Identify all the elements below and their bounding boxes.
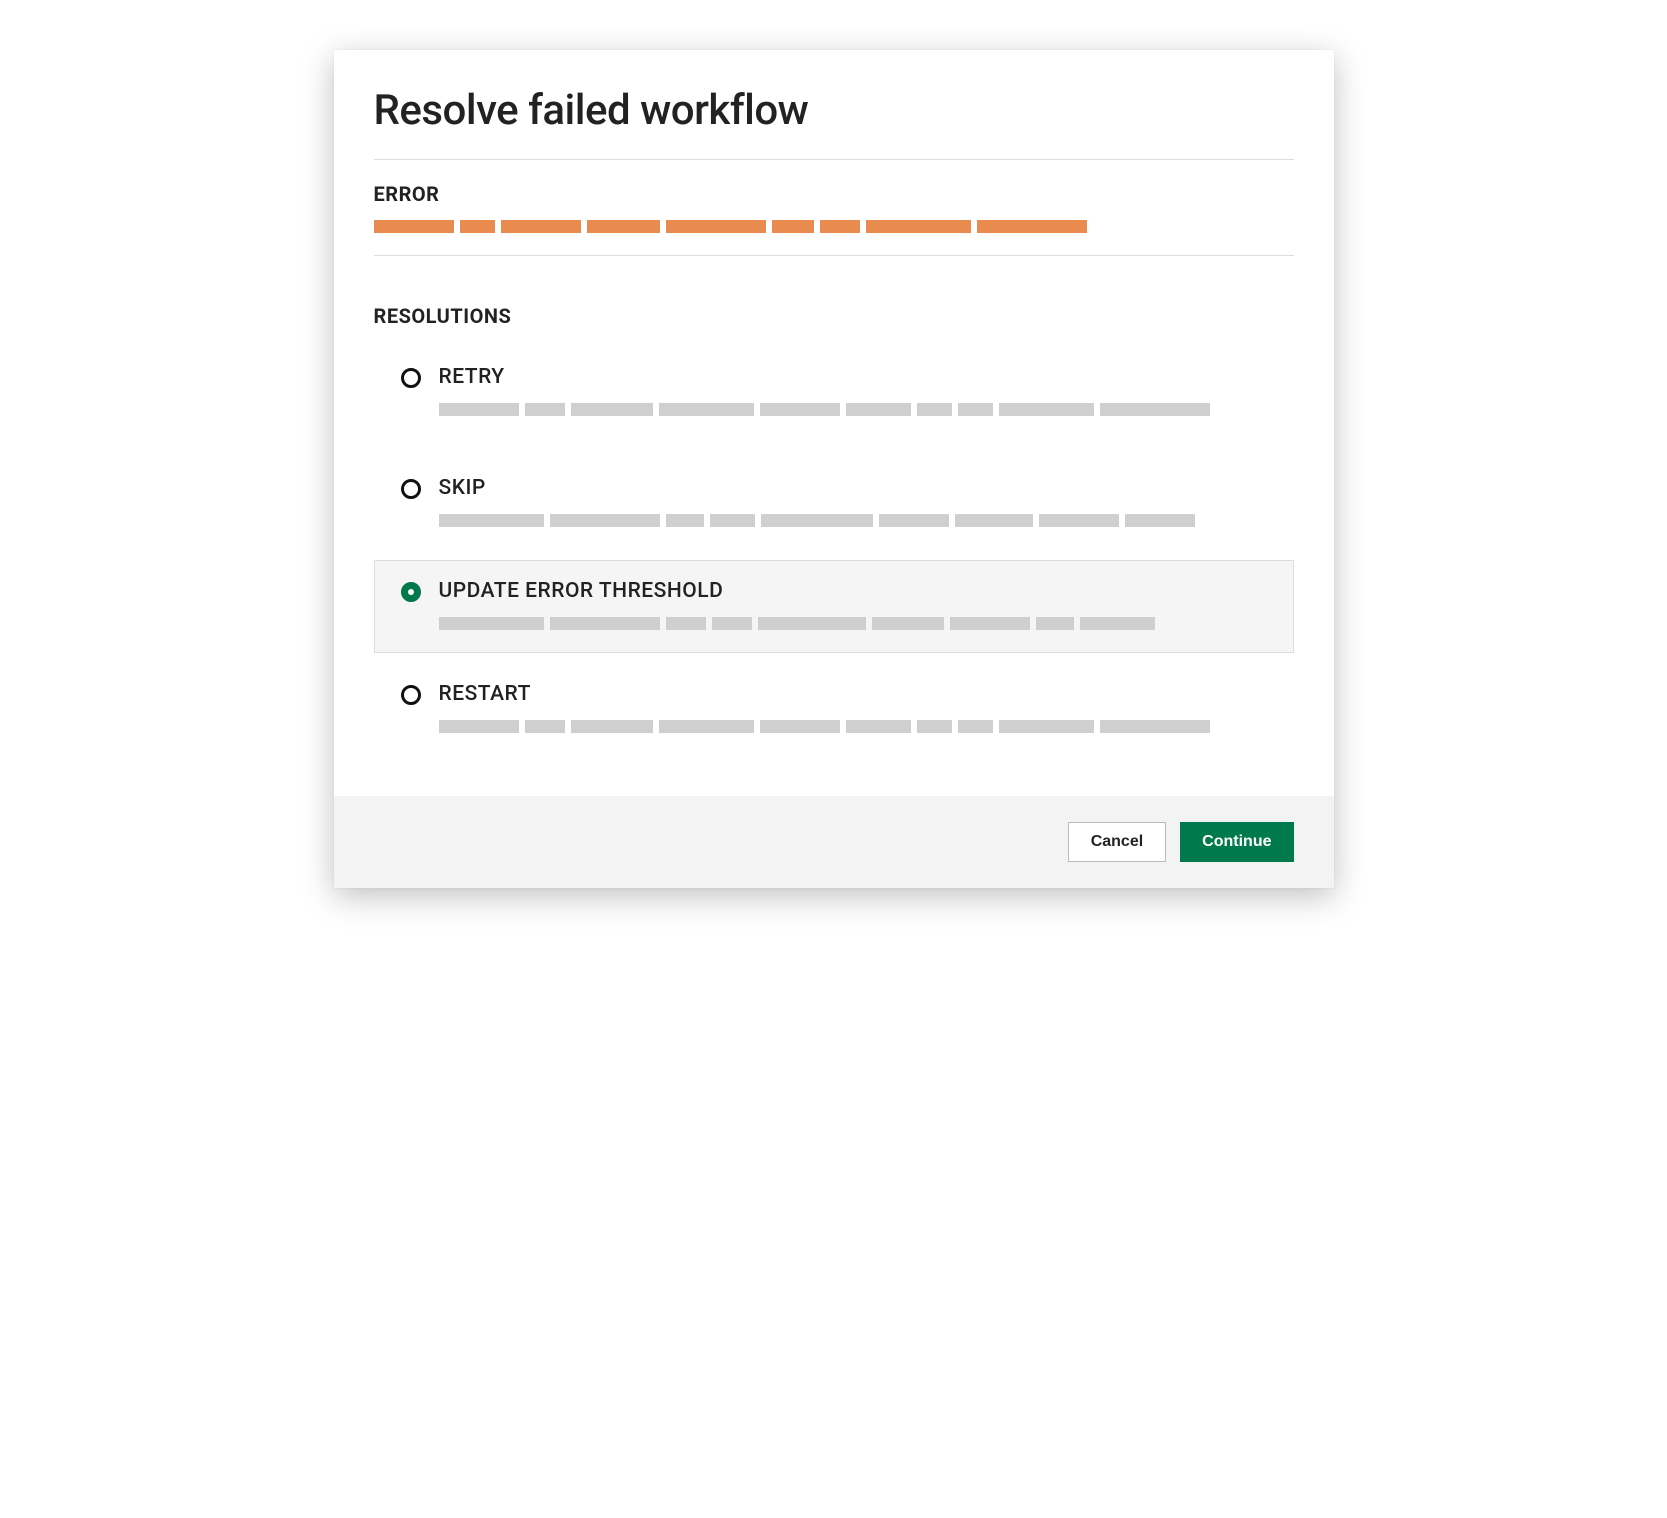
radio-icon[interactable] [401, 685, 421, 705]
desc-text-placeholder [846, 720, 911, 733]
option-content: SKIP [439, 476, 1267, 527]
error-text-placeholder [820, 220, 860, 233]
desc-text-placeholder [1080, 617, 1155, 630]
resolution-option-list: RETRY SKIP UPDATE ERROR THRESHOLD RESTART [374, 346, 1294, 756]
dialog-title: Resolve failed workflow [374, 86, 1294, 135]
desc-text-placeholder [666, 617, 706, 630]
continue-button[interactable]: Continue [1180, 822, 1293, 862]
desc-text-placeholder [1039, 514, 1119, 527]
error-text-placeholder [587, 220, 660, 233]
radio-icon[interactable] [401, 479, 421, 499]
error-text-placeholder [501, 220, 581, 233]
radio-icon[interactable] [401, 582, 421, 602]
desc-text-placeholder [439, 720, 519, 733]
option-title: UPDATE ERROR THRESHOLD [439, 579, 1267, 603]
desc-text-placeholder [439, 514, 544, 527]
desc-text-placeholder [999, 720, 1094, 733]
desc-text-placeholder [760, 403, 840, 416]
resolution-option-restart[interactable]: RESTART [374, 663, 1294, 756]
desc-text-placeholder [659, 720, 754, 733]
desc-text-placeholder [917, 403, 952, 416]
desc-text-placeholder [846, 403, 911, 416]
desc-text-placeholder [439, 617, 544, 630]
desc-text-placeholder [666, 514, 704, 527]
error-text-placeholder [772, 220, 814, 233]
option-description-placeholder [439, 720, 1267, 733]
desc-text-placeholder [760, 720, 840, 733]
desc-text-placeholder [712, 617, 752, 630]
option-content: UPDATE ERROR THRESHOLD [439, 579, 1267, 630]
resolve-workflow-dialog: Resolve failed workflow ERROR RESOLUTION… [334, 50, 1334, 888]
resolutions-section-label: RESOLUTIONS [374, 304, 1294, 328]
option-title: RESTART [439, 682, 1267, 706]
desc-text-placeholder [659, 403, 754, 416]
option-description-placeholder [439, 514, 1267, 527]
dialog-footer: Cancel Continue [334, 796, 1334, 888]
option-title: SKIP [439, 476, 1267, 500]
radio-icon[interactable] [401, 368, 421, 388]
option-content: RETRY [439, 365, 1267, 416]
desc-text-placeholder [1125, 514, 1195, 527]
desc-text-placeholder [917, 720, 952, 733]
option-description-placeholder [439, 617, 1267, 630]
error-text-placeholder [866, 220, 971, 233]
error-text-placeholder [666, 220, 766, 233]
option-title: RETRY [439, 365, 1267, 389]
option-description-placeholder [439, 403, 1267, 416]
error-text-placeholder [977, 220, 1087, 233]
desc-text-placeholder [550, 617, 660, 630]
desc-text-placeholder [958, 720, 993, 733]
resolution-option-skip[interactable]: SKIP [374, 457, 1294, 550]
desc-text-placeholder [999, 403, 1094, 416]
option-content: RESTART [439, 682, 1267, 733]
desc-text-placeholder [550, 514, 660, 527]
error-section-label: ERROR [374, 182, 1294, 206]
divider [374, 159, 1294, 160]
desc-text-placeholder [758, 617, 866, 630]
divider [374, 255, 1294, 256]
desc-text-placeholder [525, 403, 565, 416]
desc-text-placeholder [525, 720, 565, 733]
desc-text-placeholder [1100, 720, 1210, 733]
desc-text-placeholder [1100, 403, 1210, 416]
desc-text-placeholder [879, 514, 949, 527]
desc-text-placeholder [761, 514, 873, 527]
dialog-body: Resolve failed workflow ERROR RESOLUTION… [334, 50, 1334, 796]
desc-text-placeholder [571, 403, 653, 416]
error-text-placeholder [374, 220, 454, 233]
desc-text-placeholder [1036, 617, 1074, 630]
error-message-placeholder [374, 220, 1294, 233]
desc-text-placeholder [950, 617, 1030, 630]
error-text-placeholder [460, 220, 495, 233]
resolution-option-retry[interactable]: RETRY [374, 346, 1294, 439]
desc-text-placeholder [439, 403, 519, 416]
desc-text-placeholder [872, 617, 944, 630]
desc-text-placeholder [958, 403, 993, 416]
desc-text-placeholder [710, 514, 755, 527]
cancel-button[interactable]: Cancel [1068, 822, 1166, 862]
resolution-option-update-error-threshold[interactable]: UPDATE ERROR THRESHOLD [374, 560, 1294, 653]
desc-text-placeholder [955, 514, 1033, 527]
desc-text-placeholder [571, 720, 653, 733]
